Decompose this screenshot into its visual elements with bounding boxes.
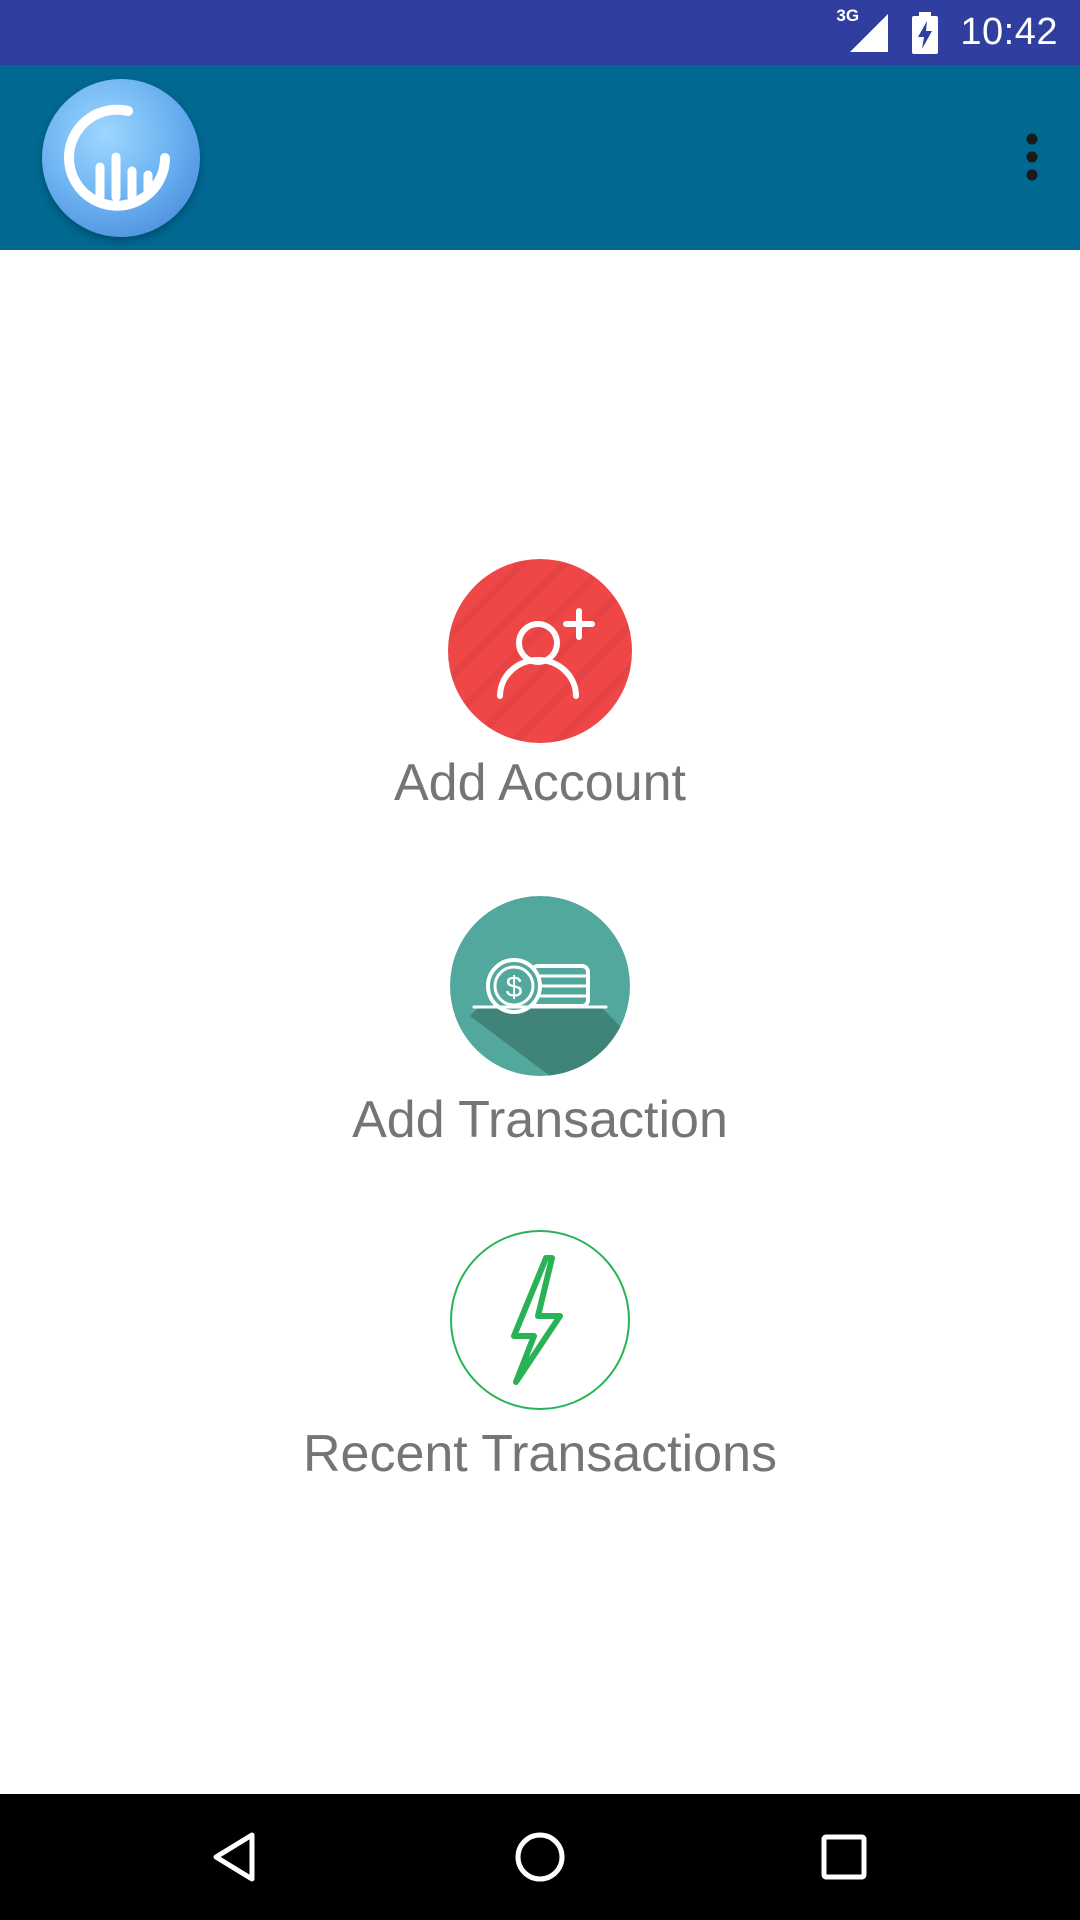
lightning-bolt-icon (450, 1230, 630, 1410)
battery-charging-icon (912, 11, 939, 54)
app-logo-chart-icon[interactable] (42, 79, 200, 237)
system-nav-bar (0, 1794, 1080, 1920)
recent-transactions-button[interactable]: Recent Transactions (0, 1230, 1080, 1486)
svg-text:$: $ (506, 971, 523, 1004)
recents-square-icon[interactable] (811, 1824, 877, 1890)
add-account-label: Add Account (394, 754, 686, 812)
clock: 10:42 (960, 11, 1058, 53)
status-icons: 3G 10:42 (836, 0, 1058, 65)
coins-icon: $ (450, 896, 630, 1076)
add-account-button[interactable]: Add Account (0, 559, 1080, 815)
cell-signal-icon: 3G (836, 6, 890, 54)
recent-transactions-label: Recent Transactions (302, 1425, 778, 1483)
home-circle-icon[interactable] (507, 1824, 573, 1890)
network-type-label: 3G (836, 5, 860, 25)
add-transaction-label: Add Transaction (352, 1091, 728, 1149)
app-bar (0, 65, 1080, 250)
app-screen: 3G 10:42 Add Account $ Add Transaction R… (0, 0, 1080, 1920)
status-bar: 3G 10:42 (0, 0, 1080, 65)
back-triangle-icon[interactable] (203, 1824, 269, 1890)
add-user-icon (448, 559, 632, 743)
add-transaction-button[interactable]: $ Add Transaction (0, 896, 1080, 1152)
more-vert-icon[interactable] (1008, 113, 1056, 201)
